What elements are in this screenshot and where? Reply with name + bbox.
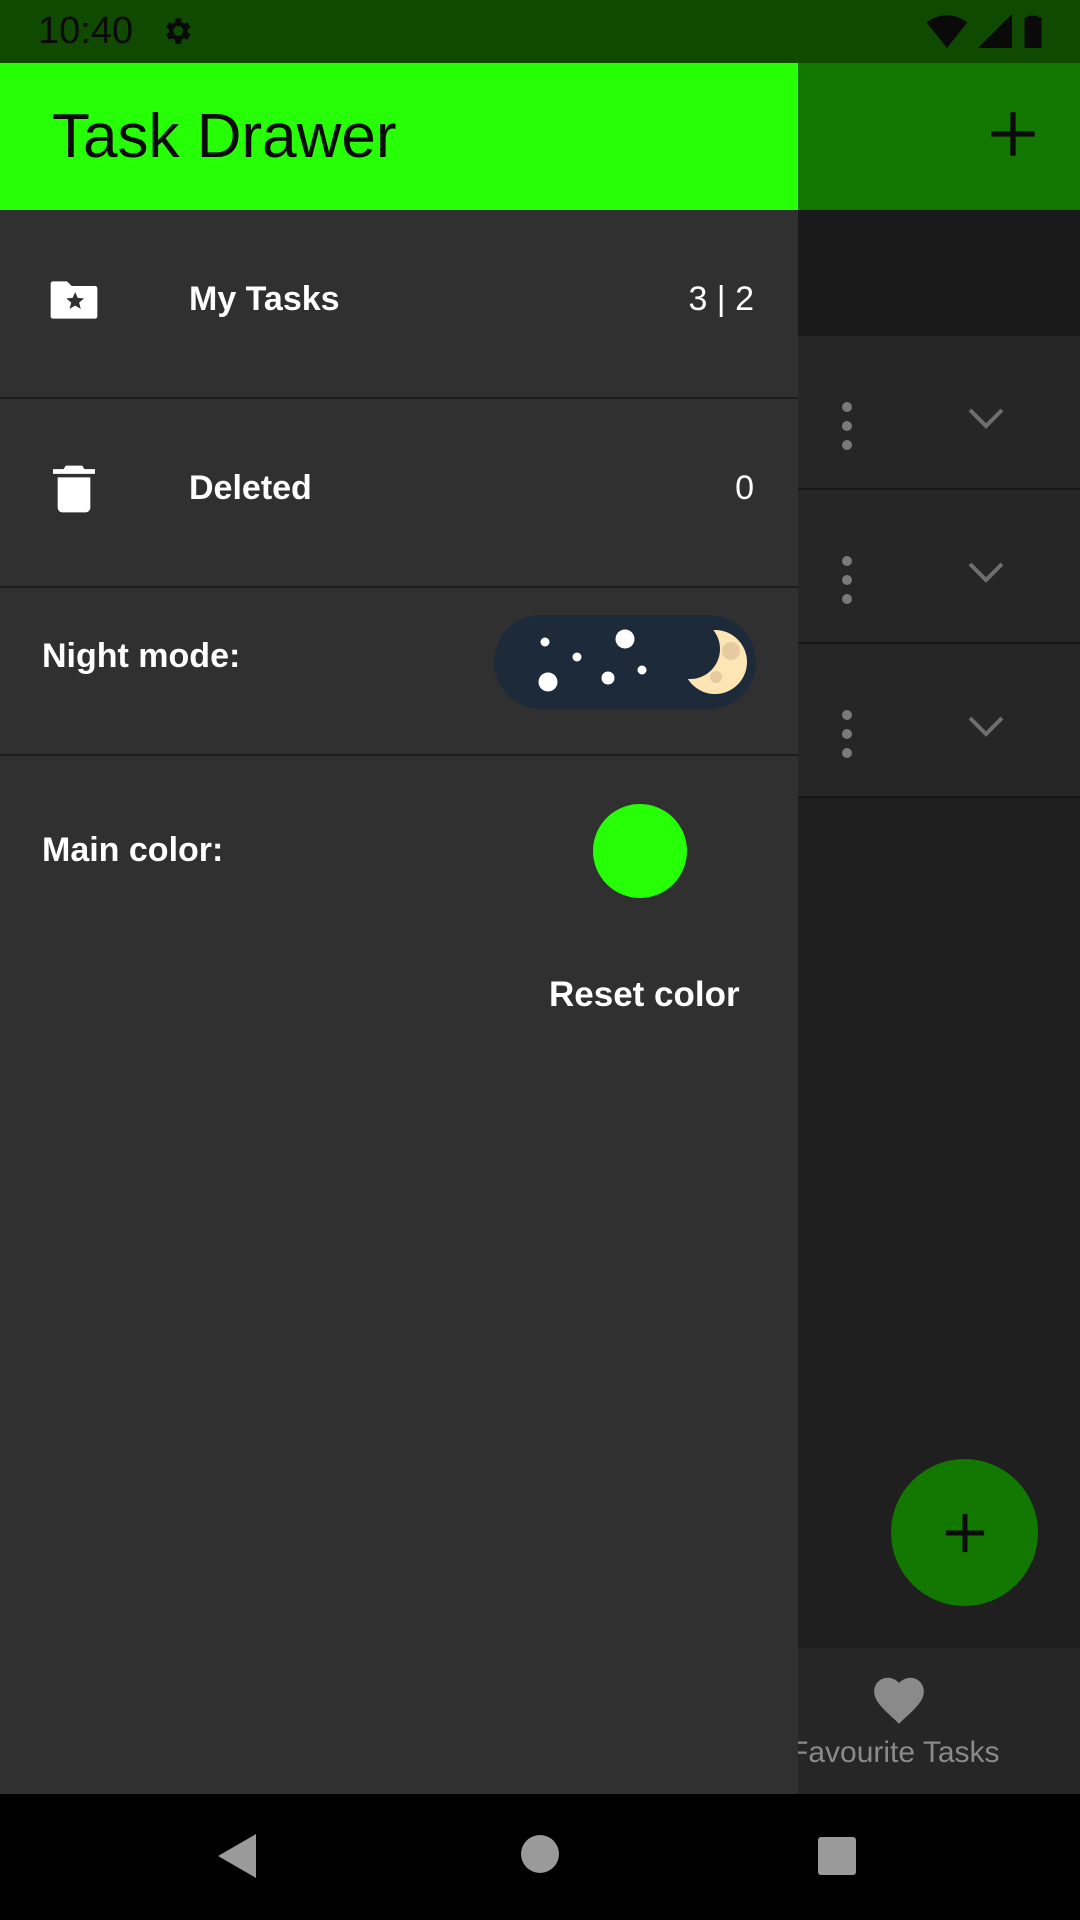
- trash-icon: [53, 465, 95, 513]
- drawer-item-my-tasks[interactable]: My Tasks 3 | 2: [0, 210, 798, 399]
- navigation-drawer: Task Drawer My Tasks 3 | 2 Deleted 0 Nig…: [0, 63, 798, 1794]
- back-icon[interactable]: [216, 1832, 258, 1880]
- add-task-fab[interactable]: [891, 1459, 1038, 1606]
- main-color-picker[interactable]: [593, 804, 687, 898]
- add-icon[interactable]: [984, 105, 1042, 163]
- reset-color-button[interactable]: Reset color: [549, 975, 740, 1015]
- drawer-item-deleted[interactable]: Deleted 0: [0, 399, 798, 588]
- night-sky-icon: [538, 619, 747, 694]
- main-color-label: Main color:: [42, 831, 224, 869]
- task-count: 3 | 2: [688, 280, 754, 318]
- system-nav-bar: [0, 1794, 1080, 1920]
- add-icon: [945, 1513, 984, 1552]
- drawer-title: Task Drawer: [52, 102, 397, 171]
- status-bar: 10:40: [0, 0, 1080, 63]
- drawer-header: Task Drawer: [0, 63, 798, 210]
- deleted-count: 0: [735, 469, 754, 507]
- chevron-down-icon[interactable]: [966, 406, 1006, 432]
- chevron-down-icon[interactable]: [966, 560, 1006, 586]
- more-vert-icon[interactable]: [842, 710, 854, 767]
- favourite-tasks-label[interactable]: Favourite Tasks: [790, 1736, 1000, 1770]
- status-time: 10:40: [38, 10, 134, 52]
- drawer-item-label: Deleted: [189, 469, 312, 507]
- night-mode-label: Night mode:: [42, 637, 241, 675]
- wifi-icon: [926, 15, 968, 48]
- signal-icon: [978, 14, 1012, 48]
- heart-icon[interactable]: [870, 1673, 928, 1725]
- night-mode-row: Night mode:: [0, 567, 798, 756]
- home-icon[interactable]: [520, 1834, 560, 1874]
- settings-icon: [166, 18, 191, 44]
- recents-icon[interactable]: [817, 1836, 857, 1876]
- battery-icon: [1024, 15, 1042, 48]
- drawer-item-label: My Tasks: [189, 280, 340, 318]
- chevron-down-icon[interactable]: [966, 714, 1006, 740]
- night-mode-toggle[interactable]: [494, 615, 756, 709]
- folder-star-icon: [50, 281, 98, 319]
- more-vert-icon[interactable]: [842, 556, 854, 613]
- more-vert-icon[interactable]: [842, 402, 854, 459]
